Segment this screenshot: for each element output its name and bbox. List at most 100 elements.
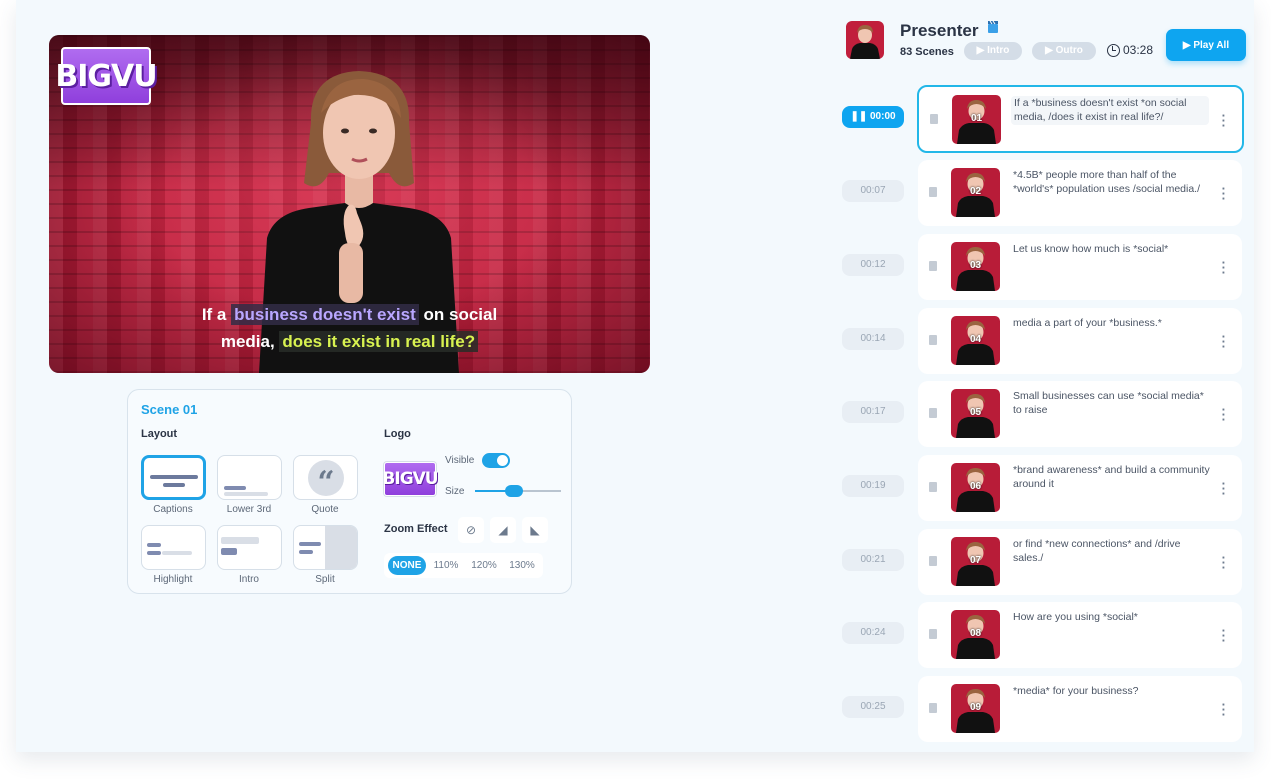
scene-card[interactable]: 08 How are you using *social* · · · — [918, 602, 1242, 668]
scene-number-overlay: 08 — [951, 610, 1000, 659]
layout-bar — [299, 550, 313, 554]
scene-script-text[interactable]: Let us know how much is *social* — [1013, 243, 1211, 257]
layout-bar — [147, 543, 161, 547]
zoom-option-120[interactable]: 120% — [466, 556, 502, 575]
scene-time-button[interactable]: 00:12 — [842, 254, 904, 276]
scene-row[interactable]: 00:12 03 Let us know how much is *social* ·… — [842, 234, 1242, 300]
scene-number-overlay: 06 — [951, 463, 1000, 512]
zoom-option-110[interactable]: 110% — [428, 556, 464, 575]
video-preview[interactable]: BIGVU If a business doesn't exist on soc… — [49, 35, 650, 373]
scene-row[interactable]: 00:17 05 Small businesses can use *social … — [842, 381, 1242, 447]
project-duration: 03:28 — [1123, 43, 1154, 57]
scene-number: 08 — [969, 628, 982, 639]
scene-card[interactable]: 04 media a part of your *business.* · · · — [918, 308, 1242, 374]
scene-script-text[interactable]: Small businesses can use *social media* … — [1013, 390, 1211, 417]
scene-script-text[interactable]: If a *business doesn't exist *on social … — [1011, 96, 1209, 125]
document-icon[interactable] — [930, 114, 938, 124]
zoom-none-icon[interactable]: ⊘ — [458, 517, 484, 543]
scene-script-text[interactable]: *media* for your business? — [1013, 685, 1211, 699]
more-options-icon[interactable]: · · · — [1222, 109, 1226, 132]
toggle-knob — [497, 455, 508, 466]
scene-card[interactable]: 03 Let us know how much is *social* · · · — [918, 234, 1242, 300]
scene-card[interactable]: 05 Small businesses can use *social media… — [918, 381, 1242, 447]
scene-row[interactable]: 00:07 02 *4.5B* people more than half of t… — [842, 160, 1242, 226]
document-icon[interactable] — [929, 703, 937, 713]
scene-number-overlay: 05 — [951, 389, 1000, 438]
more-options-icon[interactable]: · · · — [1222, 624, 1226, 647]
scene-time-button[interactable]: 00:14 — [842, 328, 904, 350]
scene-time-button[interactable]: 00:24 — [842, 622, 904, 644]
scene-card[interactable]: 07 or find *new connections* and /drive s… — [918, 529, 1242, 595]
scene-row[interactable]: 00:21 07 or find *new connections* and /dr… — [842, 529, 1242, 595]
more-options-icon[interactable]: · · · — [1222, 551, 1226, 574]
document-icon[interactable] — [929, 335, 937, 345]
more-options-icon[interactable]: · · · — [1222, 477, 1226, 500]
layout-option-captions[interactable] — [141, 455, 206, 500]
caption-highlight-1: business doesn't exist — [231, 304, 419, 325]
scene-time-button[interactable]: 00:21 — [842, 549, 904, 571]
zoom-option-none[interactable]: NONE — [388, 556, 426, 575]
layout-bar — [150, 475, 198, 479]
more-options-icon[interactable]: · · · — [1222, 698, 1226, 721]
scene-row[interactable]: 00:25 09 *media* for your business? · · · — [842, 676, 1242, 742]
logo-size-slider[interactable] — [475, 485, 561, 497]
document-icon[interactable] — [929, 556, 937, 566]
intro-button[interactable]: ▶ Intro — [964, 42, 1022, 60]
more-options-icon[interactable]: · · · — [1222, 403, 1226, 426]
document-icon[interactable] — [929, 187, 937, 197]
more-options-icon[interactable]: · · · — [1222, 182, 1226, 205]
scene-number-overlay: 04 — [951, 316, 1000, 365]
scene-number-overlay: 03 — [951, 242, 1000, 291]
scene-time-button[interactable]: 00:17 — [842, 401, 904, 423]
scene-row[interactable]: 00:19 06 *brand awareness* and build a com… — [842, 455, 1242, 521]
layout-bar — [221, 537, 259, 544]
outro-button[interactable]: ▶ Outro — [1032, 42, 1096, 60]
layout-bar — [162, 551, 192, 555]
document-icon[interactable] — [929, 261, 937, 271]
clock-icon — [1107, 44, 1120, 57]
slider-thumb[interactable] — [504, 485, 523, 497]
more-options-icon[interactable]: · · · — [1222, 256, 1226, 279]
layout-option-split[interactable] — [293, 525, 358, 570]
layout-option-intro[interactable] — [217, 525, 282, 570]
logo-thumbnail[interactable]: BIGVU — [382, 462, 439, 496]
scene-time-button[interactable]: 00:25 — [842, 696, 904, 718]
project-title: Presenter — [900, 21, 979, 40]
document-icon[interactable] — [929, 482, 937, 492]
zoom-out-icon[interactable]: ◣ — [522, 517, 548, 543]
scene-script-text[interactable]: *brand awareness* and build a community … — [1013, 464, 1211, 491]
document-icon[interactable] — [929, 408, 937, 418]
zoom-option-130[interactable]: 130% — [504, 556, 540, 575]
clapperboard-icon — [988, 20, 998, 33]
scene-card[interactable]: 02 *4.5B* people more than half of the *w… — [918, 160, 1242, 226]
scene-script-text[interactable]: How are you using *social* — [1013, 611, 1211, 625]
scene-time-button[interactable]: 00:07 — [842, 180, 904, 202]
scene-script-text[interactable]: or find *new connections* and /drive sal… — [1013, 538, 1211, 565]
layout-bar — [221, 548, 237, 555]
video-logo-badge: BIGVU — [55, 47, 158, 105]
scene-time-button[interactable]: ❚❚ 00:00 — [842, 106, 904, 128]
zoom-level-group: NONE 110% 120% 130% — [384, 553, 543, 578]
play-all-button[interactable]: ▶ Play All — [1166, 29, 1246, 61]
size-label: Size — [445, 486, 465, 497]
scene-row[interactable]: 00:24 08 How are you using *social* · · · — [842, 602, 1242, 668]
layout-option-lower-3rd[interactable] — [217, 455, 282, 500]
quote-icon: “ — [308, 460, 344, 500]
scene-number: 03 — [969, 260, 982, 271]
scene-script-text[interactable]: *4.5B* people more than half of the *wor… — [1013, 169, 1211, 196]
project-avatar — [846, 21, 884, 59]
more-options-icon[interactable]: · · · — [1222, 330, 1226, 353]
layout-bar — [147, 551, 161, 555]
scene-time-button[interactable]: 00:19 — [842, 475, 904, 497]
document-icon[interactable] — [929, 629, 937, 639]
zoom-in-icon[interactable]: ◢ — [490, 517, 516, 543]
scene-row[interactable]: 00:14 04 media a part of your *business.* ·… — [842, 308, 1242, 374]
layout-option-highlight[interactable] — [141, 525, 206, 570]
visible-toggle[interactable] — [482, 453, 510, 468]
scene-card[interactable]: 01 If a *business doesn't exist *on socia… — [917, 85, 1244, 153]
scene-script-text[interactable]: media a part of your *business.* — [1013, 317, 1211, 331]
scene-row[interactable]: ❚❚ 00:00 01 If a *business doesn't exist *… — [842, 85, 1244, 153]
scene-card[interactable]: 06 *brand awareness* and build a communit… — [918, 455, 1242, 521]
scene-card[interactable]: 09 *media* for your business? · · · — [918, 676, 1242, 742]
layout-option-quote[interactable]: “ — [293, 455, 358, 500]
